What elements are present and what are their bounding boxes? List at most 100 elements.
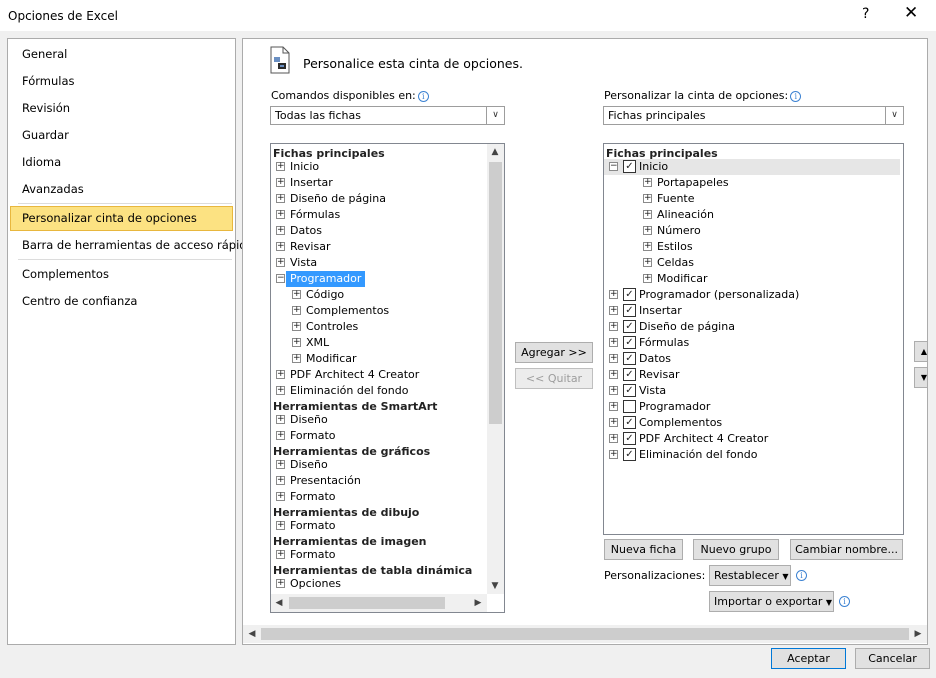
expand-icon[interactable]: + (292, 354, 301, 363)
tree-item[interactable]: + Diseño (271, 457, 486, 473)
rename-button[interactable]: Cambiar nombre... (790, 539, 903, 560)
ribbon-tree[interactable]: Fichas principales − ✓ Inicio + Portapapeles +… (603, 143, 904, 535)
customize-ribbon-select[interactable]: Fichas principales ∨ (603, 106, 904, 125)
tree-item[interactable]: + Alineación (604, 207, 900, 223)
scroll-thumb[interactable] (261, 628, 909, 640)
tree-item[interactable]: + Presentación (271, 473, 486, 489)
tree-item[interactable]: + Controles (271, 319, 486, 335)
nav-item-personalizar-cinta[interactable]: Personalizar cinta de opciones (10, 206, 233, 231)
commands-vscroll[interactable]: ▲ ▼ (487, 144, 504, 594)
nav-item-guardar[interactable]: Guardar (9, 123, 234, 148)
checkbox-checked-icon[interactable]: ✓ (623, 352, 636, 365)
tree-item[interactable]: + Programador (604, 399, 900, 415)
expand-icon[interactable]: + (609, 290, 618, 299)
expand-icon[interactable]: + (609, 434, 618, 443)
tree-item[interactable]: + ✓ Programador (personalizada) (604, 287, 900, 303)
expand-icon[interactable]: + (276, 226, 285, 235)
scroll-right-icon[interactable]: ▶ (470, 595, 486, 611)
tree-item[interactable]: + Celdas (604, 255, 900, 271)
tree-item[interactable]: + ✓ Revisar (604, 367, 900, 383)
tree-item[interactable]: + Formato (271, 547, 486, 563)
checkbox-checked-icon[interactable]: ✓ (623, 304, 636, 317)
expand-icon[interactable]: + (292, 322, 301, 331)
scroll-left-icon[interactable]: ◀ (244, 626, 260, 642)
expand-icon[interactable]: + (276, 386, 285, 395)
expand-icon[interactable]: + (643, 226, 652, 235)
tree-item[interactable]: + ✓ Insertar (604, 303, 900, 319)
new-tab-button[interactable]: Nueva ficha (604, 539, 683, 560)
scroll-left-icon[interactable]: ◀ (271, 595, 287, 611)
checkbox-checked-icon[interactable]: ✓ (623, 336, 636, 349)
chevron-down-icon[interactable]: ∨ (486, 107, 504, 124)
expand-icon[interactable]: + (609, 354, 618, 363)
tree-item[interactable]: + Fórmulas (271, 207, 486, 223)
nav-item-revision[interactable]: Revisión (9, 96, 234, 121)
tree-item[interactable]: + Portapapeles (604, 175, 900, 191)
commands-available-select[interactable]: Todas las fichas ∨ (270, 106, 505, 125)
tree-item[interactable]: + ✓ Vista (604, 383, 900, 399)
tree-item[interactable]: + Diseño de página (271, 191, 486, 207)
expand-icon[interactable]: + (609, 338, 618, 347)
tree-item[interactable]: + ✓ Complementos (604, 415, 900, 431)
expand-icon[interactable]: + (643, 178, 652, 187)
expand-icon[interactable]: + (292, 338, 301, 347)
scroll-up-icon[interactable]: ▲ (487, 144, 503, 160)
expand-icon[interactable]: + (292, 290, 301, 299)
tree-item[interactable]: + ✓ Diseño de página (604, 319, 900, 335)
add-button[interactable]: Agregar >> (515, 342, 593, 363)
tree-item[interactable]: + Diseño (271, 412, 486, 428)
new-group-button[interactable]: Nuevo grupo (693, 539, 779, 560)
commands-hscroll[interactable]: ◀ ▶ (271, 594, 487, 612)
tree-item[interactable]: + ✓ Fórmulas (604, 335, 900, 351)
expand-icon[interactable]: + (276, 210, 285, 219)
expand-icon[interactable]: + (276, 162, 285, 171)
expand-icon[interactable]: + (292, 306, 301, 315)
tree-item[interactable]: + ✓ Eliminación del fondo (604, 447, 900, 463)
tree-item[interactable]: + Fuente (604, 191, 900, 207)
expand-icon[interactable]: + (609, 322, 618, 331)
commands-tree[interactable]: Fichas principales + Inicio + Insertar + Diseñ… (270, 143, 505, 613)
help-button[interactable]: ? (862, 6, 869, 22)
tree-item[interactable]: + Vista (271, 255, 486, 271)
expand-icon[interactable]: + (276, 242, 285, 251)
scroll-thumb[interactable] (489, 162, 502, 424)
expand-icon[interactable]: + (609, 418, 618, 427)
tree-item[interactable]: + PDF Architect 4 Creator (271, 367, 486, 383)
tree-item[interactable]: + Complementos (271, 303, 486, 319)
chevron-down-icon[interactable]: ∨ (885, 107, 903, 124)
expand-icon[interactable]: + (643, 274, 652, 283)
tree-item[interactable]: + ✓ PDF Architect 4 Creator (604, 431, 900, 447)
expand-icon[interactable]: + (276, 431, 285, 440)
checkbox-checked-icon[interactable]: ✓ (623, 320, 636, 333)
tree-item[interactable]: + Opciones (271, 576, 486, 592)
checkbox-icon[interactable] (623, 400, 636, 413)
nav-item-barra-acceso-rapido[interactable]: Barra de herramientas de acceso rápido (9, 233, 254, 258)
expand-icon[interactable]: + (609, 450, 618, 459)
expand-icon[interactable]: + (276, 550, 285, 559)
move-down-button[interactable]: ▼ (914, 367, 927, 388)
checkbox-checked-icon[interactable]: ✓ (623, 368, 636, 381)
tree-item[interactable]: + Eliminación del fondo (271, 383, 486, 399)
collapse-icon[interactable]: − (609, 162, 618, 171)
tree-item[interactable]: + Insertar (271, 175, 486, 191)
checkbox-checked-icon[interactable]: ✓ (623, 416, 636, 429)
scroll-down-icon[interactable]: ▼ (487, 578, 503, 594)
tree-item[interactable]: + Formato (271, 428, 486, 444)
expand-icon[interactable]: + (276, 579, 285, 588)
expand-icon[interactable]: + (609, 370, 618, 379)
checkbox-checked-icon[interactable]: ✓ (623, 448, 636, 461)
nav-item-centro-confianza[interactable]: Centro de confianza (9, 289, 234, 314)
tree-item[interactable]: + XML (271, 335, 486, 351)
expand-icon[interactable]: + (643, 242, 652, 251)
tree-item[interactable]: + Inicio (271, 159, 486, 175)
expand-icon[interactable]: + (276, 370, 285, 379)
expand-icon[interactable]: + (276, 460, 285, 469)
nav-item-complementos[interactable]: Complementos (9, 262, 234, 287)
remove-button[interactable]: << Quitar (515, 368, 593, 389)
tree-item[interactable]: + Estilos (604, 239, 900, 255)
expand-icon[interactable]: + (643, 210, 652, 219)
tree-item[interactable]: + Formato (271, 518, 486, 534)
close-button[interactable]: ✕ (904, 3, 918, 23)
ok-button[interactable]: Aceptar (771, 648, 846, 669)
tree-item[interactable]: + Modificar (271, 351, 486, 367)
